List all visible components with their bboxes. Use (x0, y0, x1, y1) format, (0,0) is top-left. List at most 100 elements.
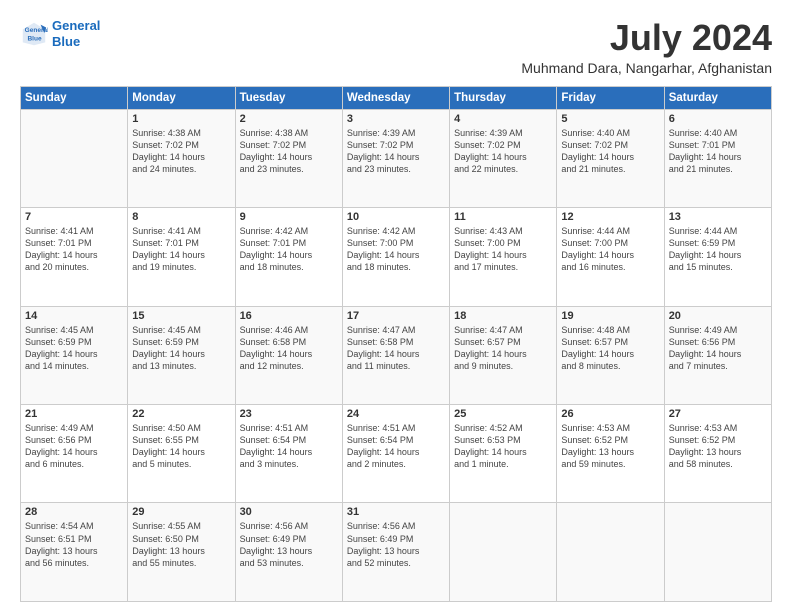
cell-info: Sunrise: 4:55 AMSunset: 6:50 PMDaylight:… (132, 520, 230, 569)
day-number: 20 (669, 310, 767, 322)
calendar-cell: 18 Sunrise: 4:47 AMSunset: 6:57 PMDayligh… (450, 306, 557, 404)
cell-info: Sunrise: 4:40 AMSunset: 7:02 PMDaylight:… (561, 127, 659, 176)
calendar-table: SundayMondayTuesdayWednesdayThursdayFrid… (20, 86, 772, 602)
day-number: 7 (25, 211, 123, 223)
calendar-cell: 23 Sunrise: 4:51 AMSunset: 6:54 PMDayligh… (235, 405, 342, 503)
calendar-cell: 30Sunrise: 4:56 AMSunset: 6:49 PMDayligh… (235, 503, 342, 602)
day-number: 17 (347, 310, 445, 322)
calendar-cell: 26Sunrise: 4:53 AMSunset: 6:52 PMDayligh… (557, 405, 664, 503)
calendar-cell (664, 503, 771, 602)
day-number: 13 (669, 211, 767, 223)
day-number: 25 (454, 408, 552, 420)
cell-info: Sunrise: 4:51 AMSunset: 6:54 PMDaylight:… (347, 422, 445, 471)
calendar-cell: 11 Sunrise: 4:43 AMSunset: 7:00 PMDayligh… (450, 208, 557, 306)
day-number: 10 (347, 211, 445, 223)
day-number: 29 (132, 506, 230, 518)
logo-line2: Blue (52, 34, 80, 49)
day-number: 23 (240, 408, 338, 420)
day-number: 28 (25, 506, 123, 518)
day-number: 12 (561, 211, 659, 223)
cell-info: Sunrise: 4:40 AMSunset: 7:01 PMDaylight:… (669, 127, 767, 176)
calendar-cell: 31Sunrise: 4:56 AMSunset: 6:49 PMDayligh… (342, 503, 449, 602)
month-title: July 2024 (521, 18, 772, 58)
day-header-thursday: Thursday (450, 86, 557, 109)
cell-info: Sunrise: 4:52 AMSunset: 6:53 PMDaylight:… (454, 422, 552, 471)
calendar-cell: 19 Sunrise: 4:48 AMSunset: 6:57 PMDayligh… (557, 306, 664, 404)
day-number: 5 (561, 113, 659, 125)
day-header-saturday: Saturday (664, 86, 771, 109)
cell-info: Sunrise: 4:46 AMSunset: 6:58 PMDaylight:… (240, 324, 338, 373)
calendar-cell: 4Sunrise: 4:39 AMSunset: 7:02 PMDaylight… (450, 109, 557, 207)
day-header-sunday: Sunday (21, 86, 128, 109)
week-row-4: 21 Sunrise: 4:49 AMSunset: 6:56 PMDayligh… (21, 405, 772, 503)
day-number: 22 (132, 408, 230, 420)
day-number: 21 (25, 408, 123, 420)
calendar-cell (557, 503, 664, 602)
cell-info: Sunrise: 4:38 AMSunset: 7:02 PMDaylight:… (240, 127, 338, 176)
calendar-cell: 22 Sunrise: 4:50 AMSunset: 6:55 PMDayligh… (128, 405, 235, 503)
cell-info: Sunrise: 4:41 AMSunset: 7:01 PMDaylight:… (132, 225, 230, 274)
day-header-wednesday: Wednesday (342, 86, 449, 109)
calendar-cell: 12Sunrise: 4:44 AMSunset: 7:00 PMDayligh… (557, 208, 664, 306)
calendar-cell: 2 Sunrise: 4:38 AMSunset: 7:02 PMDaylight… (235, 109, 342, 207)
calendar-cell: 1 Sunrise: 4:38 AMSunset: 7:02 PMDaylight… (128, 109, 235, 207)
cell-info: Sunrise: 4:50 AMSunset: 6:55 PMDaylight:… (132, 422, 230, 471)
calendar-cell: 29 Sunrise: 4:55 AMSunset: 6:50 PMDayligh… (128, 503, 235, 602)
cell-info: Sunrise: 4:45 AMSunset: 6:59 PMDaylight:… (132, 324, 230, 373)
day-number: 3 (347, 113, 445, 125)
header-row: SundayMondayTuesdayWednesdayThursdayFrid… (21, 86, 772, 109)
calendar-cell: 16Sunrise: 4:46 AMSunset: 6:58 PMDayligh… (235, 306, 342, 404)
svg-text:Blue: Blue (27, 35, 41, 42)
page: General Blue General Blue July 2024 Muhm… (0, 0, 792, 612)
day-number: 26 (561, 408, 659, 420)
day-header-tuesday: Tuesday (235, 86, 342, 109)
day-header-friday: Friday (557, 86, 664, 109)
week-row-3: 14Sunrise: 4:45 AMSunset: 6:59 PMDayligh… (21, 306, 772, 404)
cell-info: Sunrise: 4:48 AMSunset: 6:57 PMDaylight:… (561, 324, 659, 373)
cell-info: Sunrise: 4:53 AMSunset: 6:52 PMDaylight:… (669, 422, 767, 471)
cell-info: Sunrise: 4:42 AMSunset: 7:00 PMDaylight:… (347, 225, 445, 274)
calendar-cell: 5 Sunrise: 4:40 AMSunset: 7:02 PMDaylight… (557, 109, 664, 207)
logo-text: General Blue (52, 18, 100, 49)
calendar-cell: 10 Sunrise: 4:42 AMSunset: 7:00 PMDayligh… (342, 208, 449, 306)
day-number: 2 (240, 113, 338, 125)
logo-line1: General (52, 18, 100, 33)
calendar-cell: 13 Sunrise: 4:44 AMSunset: 6:59 PMDayligh… (664, 208, 771, 306)
week-row-1: 1 Sunrise: 4:38 AMSunset: 7:02 PMDaylight… (21, 109, 772, 207)
cell-info: Sunrise: 4:38 AMSunset: 7:02 PMDaylight:… (132, 127, 230, 176)
day-number: 9 (240, 211, 338, 223)
calendar-cell: 27Sunrise: 4:53 AMSunset: 6:52 PMDayligh… (664, 405, 771, 503)
week-row-5: 28Sunrise: 4:54 AMSunset: 6:51 PMDayligh… (21, 503, 772, 602)
subtitle: Muhmand Dara, Nangarhar, Afghanistan (521, 60, 772, 76)
calendar-cell: 28Sunrise: 4:54 AMSunset: 6:51 PMDayligh… (21, 503, 128, 602)
day-number: 11 (454, 211, 552, 223)
calendar-cell: 6Sunrise: 4:40 AMSunset: 7:01 PMDaylight… (664, 109, 771, 207)
cell-info: Sunrise: 4:45 AMSunset: 6:59 PMDaylight:… (25, 324, 123, 373)
day-number: 8 (132, 211, 230, 223)
cell-info: Sunrise: 4:51 AMSunset: 6:54 PMDaylight:… (240, 422, 338, 471)
day-number: 4 (454, 113, 552, 125)
calendar-cell: 14Sunrise: 4:45 AMSunset: 6:59 PMDayligh… (21, 306, 128, 404)
title-block: July 2024 Muhmand Dara, Nangarhar, Afgha… (521, 18, 772, 76)
calendar-cell: 15Sunrise: 4:45 AMSunset: 6:59 PMDayligh… (128, 306, 235, 404)
day-number: 19 (561, 310, 659, 322)
cell-info: Sunrise: 4:47 AMSunset: 6:57 PMDaylight:… (454, 324, 552, 373)
day-number: 18 (454, 310, 552, 322)
calendar-cell: 8 Sunrise: 4:41 AMSunset: 7:01 PMDaylight… (128, 208, 235, 306)
cell-info: Sunrise: 4:56 AMSunset: 6:49 PMDaylight:… (347, 520, 445, 569)
calendar-cell: 7Sunrise: 4:41 AMSunset: 7:01 PMDaylight… (21, 208, 128, 306)
cell-info: Sunrise: 4:43 AMSunset: 7:00 PMDaylight:… (454, 225, 552, 274)
calendar-cell: 24Sunrise: 4:51 AMSunset: 6:54 PMDayligh… (342, 405, 449, 503)
calendar-cell: 20 Sunrise: 4:49 AMSunset: 6:56 PMDayligh… (664, 306, 771, 404)
day-number: 1 (132, 113, 230, 125)
calendar-cell: 21 Sunrise: 4:49 AMSunset: 6:56 PMDayligh… (21, 405, 128, 503)
cell-info: Sunrise: 4:44 AMSunset: 6:59 PMDaylight:… (669, 225, 767, 274)
cell-info: Sunrise: 4:49 AMSunset: 6:56 PMDaylight:… (25, 422, 123, 471)
calendar-cell: 25 Sunrise: 4:52 AMSunset: 6:53 PMDayligh… (450, 405, 557, 503)
cell-info: Sunrise: 4:47 AMSunset: 6:58 PMDaylight:… (347, 324, 445, 373)
cell-info: Sunrise: 4:39 AMSunset: 7:02 PMDaylight:… (347, 127, 445, 176)
calendar-cell (450, 503, 557, 602)
logo: General Blue General Blue (20, 18, 100, 49)
cell-info: Sunrise: 4:49 AMSunset: 6:56 PMDaylight:… (669, 324, 767, 373)
day-header-monday: Monday (128, 86, 235, 109)
